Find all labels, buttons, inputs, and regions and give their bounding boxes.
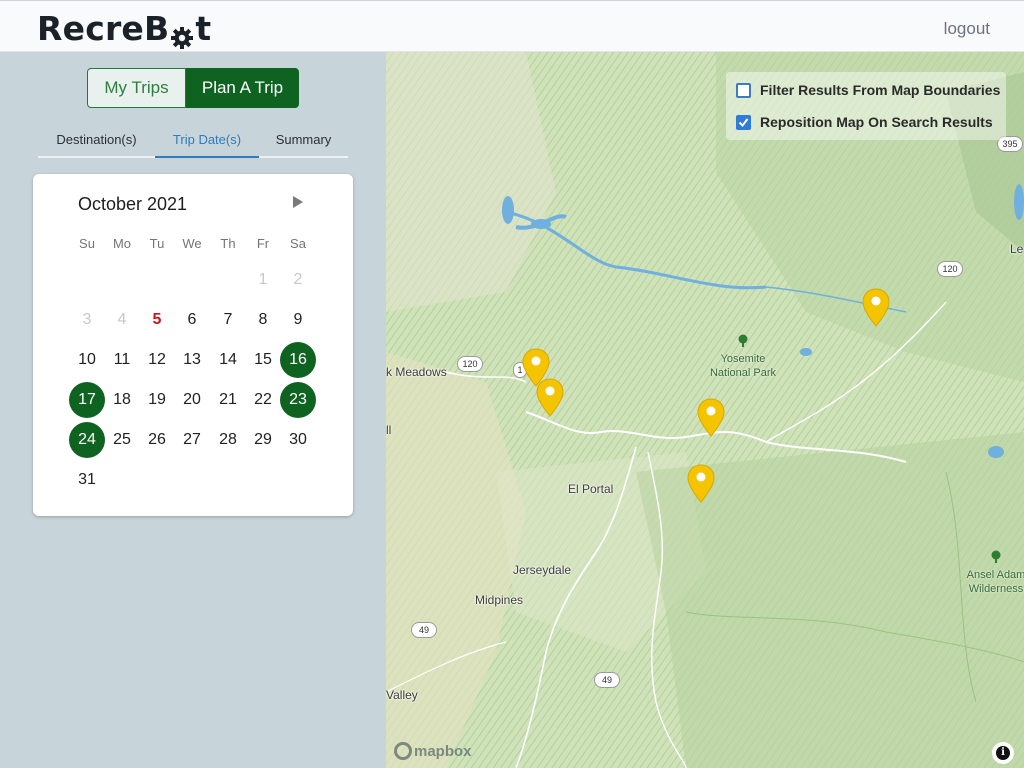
calendar-day[interactable]: 20 <box>174 382 210 418</box>
calendar-day[interactable]: 22 <box>245 382 281 418</box>
calendar-day[interactable]: 28 <box>210 422 246 458</box>
mapbox-logo-icon <box>394 742 412 760</box>
park-label-yosemite: Yosemite National Park <box>698 334 788 380</box>
calendar-day: 3 <box>82 311 92 328</box>
weekday-header: Sa <box>290 236 306 251</box>
place-label: Jerseydale <box>513 563 572 577</box>
calendar-day-selected[interactable]: 24 <box>69 422 105 458</box>
planner-tabs: Destination(s) Trip Date(s) Summary <box>38 122 348 158</box>
place-label: Le <box>1010 242 1024 256</box>
campground-pin[interactable] <box>536 378 564 418</box>
calendar-day[interactable]: 19 <box>139 382 175 418</box>
park-label-text: Ansel Adam Wilderness <box>966 569 1024 595</box>
calendar-day[interactable]: 14 <box>210 342 246 378</box>
map-filter-panel: Filter Results From Map Boundaries Repos… <box>726 72 1006 140</box>
gear-icon <box>170 19 194 49</box>
calendar-day: 1 <box>258 271 268 288</box>
reposition-map-label[interactable]: Reposition Map On Search Results <box>760 114 993 130</box>
checkmark-icon <box>738 117 749 127</box>
tab-destinations[interactable]: Destination(s) <box>38 122 155 156</box>
filter-map-boundaries-row[interactable]: Filter Results From Map Boundaries <box>736 82 1000 98</box>
trip-map[interactable]: k Meadows El Portal Jerseydale Midpines … <box>386 52 1024 768</box>
calendar-day[interactable]: 8 <box>245 302 281 338</box>
calendar-day[interactable]: 9 <box>280 302 316 338</box>
my-trips-button[interactable]: My Trips <box>87 68 186 108</box>
tab-summary[interactable]: Summary <box>259 122 348 156</box>
calendar-day-today[interactable]: 5 <box>139 302 175 338</box>
place-label: k Meadows <box>386 365 447 379</box>
calendar-day[interactable]: 18 <box>104 382 140 418</box>
route-shield: 120 <box>457 356 483 372</box>
calendar-day[interactable]: 6 <box>174 302 210 338</box>
recrebot-logo[interactable]: RecreB t <box>37 9 212 49</box>
calendar-day[interactable]: 11 <box>104 342 140 378</box>
calendar-day[interactable]: 31 <box>69 462 105 498</box>
tree-icon <box>991 550 1001 563</box>
park-label-text: Yosemite National Park <box>709 353 777 379</box>
place-label: El Portal <box>568 482 614 496</box>
calendar-day[interactable]: 15 <box>245 342 281 378</box>
weekday-header: Tu <box>149 236 165 251</box>
reposition-map-checkbox[interactable] <box>736 114 751 130</box>
logo-text-suffix: t <box>195 9 212 48</box>
route-shield: 49 <box>411 622 437 638</box>
weekday-header: We <box>182 236 202 251</box>
tree-icon <box>738 334 748 347</box>
reposition-map-row[interactable]: Reposition Map On Search Results <box>736 114 993 130</box>
campground-pin[interactable] <box>687 464 715 504</box>
calendar-day[interactable]: 29 <box>245 422 281 458</box>
filter-map-boundaries-checkbox[interactable] <box>736 82 751 98</box>
mapbox-wordmark: mapbox <box>414 742 472 760</box>
weekday-header: Mo <box>112 236 132 251</box>
calendar-day[interactable]: 21 <box>210 382 246 418</box>
calendar-month-title: October 2021 <box>78 194 188 214</box>
sidebar: My Trips Plan A Trip Destination(s) Trip… <box>0 52 386 768</box>
filter-map-boundaries-label[interactable]: Filter Results From Map Boundaries <box>760 82 1000 98</box>
calendar-day: 4 <box>117 311 127 328</box>
calendar-day[interactable]: 26 <box>139 422 175 458</box>
calendar-day[interactable]: 25 <box>104 422 140 458</box>
route-shield: 49 <box>594 672 620 688</box>
map-info-button[interactable]: i <box>992 742 1014 764</box>
route-shield: 120 <box>937 261 963 277</box>
trip-mode-toggle: My Trips Plan A Trip <box>87 68 299 108</box>
calendar-day[interactable]: 10 <box>69 342 105 378</box>
tab-trip-dates[interactable]: Trip Date(s) <box>155 122 259 158</box>
weekday-header: Fr <box>256 236 270 251</box>
calendar-day[interactable]: 12 <box>139 342 175 378</box>
campground-pin[interactable] <box>697 398 725 438</box>
logo-text-prefix: RecreB <box>37 9 170 48</box>
calendar-day: 2 <box>293 271 303 288</box>
calendar-day[interactable]: 30 <box>280 422 316 458</box>
weekday-header: Th <box>220 236 236 251</box>
calendar-day-selected[interactable]: 17 <box>69 382 105 418</box>
next-month-icon[interactable] <box>291 194 305 210</box>
campground-pin[interactable] <box>862 288 890 328</box>
park-label-ansel-adams: Ansel Adam Wilderness <box>956 550 1024 596</box>
app-header: RecreB t logout <box>0 0 1024 52</box>
mapbox-attribution[interactable]: mapbox <box>394 742 472 760</box>
place-label: ll <box>386 423 392 437</box>
place-label: Valley <box>386 688 418 702</box>
info-icon: i <box>996 746 1010 760</box>
place-label: Midpines <box>475 593 524 607</box>
calendar-day[interactable]: 7 <box>210 302 246 338</box>
date-calendar: October 2021 Su Mo Tu We Th Fr Sa 1 2 3 4 5 6 7 8 9 10 11… <box>33 174 353 516</box>
calendar-day[interactable]: 27 <box>174 422 210 458</box>
calendar-day-selected[interactable]: 16 <box>280 342 316 378</box>
plan-trip-button[interactable]: Plan A Trip <box>186 68 299 108</box>
calendar-day[interactable]: 13 <box>174 342 210 378</box>
calendar-day-selected[interactable]: 23 <box>280 382 316 418</box>
logout-link[interactable]: logout <box>944 19 990 39</box>
weekday-header: Su <box>79 236 95 251</box>
